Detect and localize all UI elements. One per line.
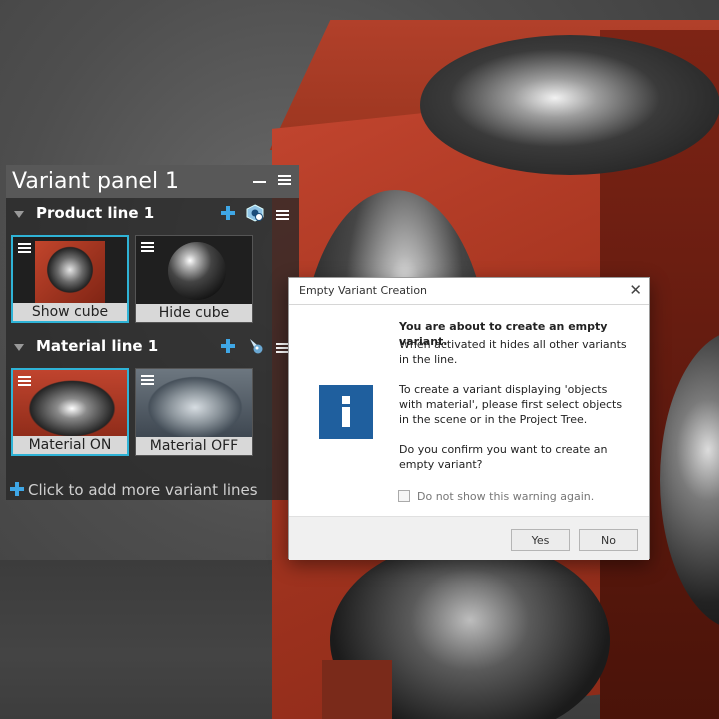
material-line-title: Material line 1 <box>36 337 159 355</box>
variant-thumb-hide-cube[interactable]: Hide cube <box>135 235 253 323</box>
empty-variant-dialog: Empty Variant Creation ✕ You are about t… <box>288 277 650 560</box>
variant-thumb-material-off[interactable]: Material OFF <box>135 368 253 456</box>
line-menu-icon[interactable] <box>276 210 289 220</box>
collapse-triangle-icon[interactable] <box>14 211 24 218</box>
material-line-header: Material line 1 <box>6 334 299 360</box>
minimize-icon[interactable] <box>253 181 266 183</box>
collapse-triangle-icon[interactable] <box>14 344 24 351</box>
dialog-footer: Yes No <box>289 516 649 560</box>
variant-menu-icon[interactable] <box>141 375 154 385</box>
dialog-paragraph-1: When activated it hides all other varian… <box>399 338 627 366</box>
plus-icon <box>10 482 24 496</box>
small-red-box <box>322 660 392 719</box>
variant-label: Material OFF <box>136 437 252 455</box>
dialog-paragraph-2: To create a variant displaying 'objects … <box>399 383 623 426</box>
dont-show-label: Do not show this warning again. <box>417 490 595 503</box>
variant-menu-icon[interactable] <box>18 243 31 253</box>
add-variant-lines-label: Click to add more variant lines <box>28 481 258 499</box>
variant-thumb-show-cube[interactable]: Show cube <box>11 235 129 323</box>
product-line-title: Product line 1 <box>36 204 155 222</box>
variant-panel-header: Variant panel 1 <box>6 165 299 198</box>
variant-panel: Variant panel 1 Product line 1 Show cube… <box>6 165 299 500</box>
add-variant-icon[interactable] <box>221 339 235 353</box>
chrome-sphere-top <box>420 35 719 175</box>
variant-panel-title: Variant panel 1 <box>12 169 180 194</box>
close-icon[interactable]: ✕ <box>629 281 642 299</box>
panel-menu-icon[interactable] <box>278 175 291 185</box>
material-variant-icon[interactable] <box>247 337 265 355</box>
sphere-preview <box>168 242 226 300</box>
variant-label: Hide cube <box>136 304 252 322</box>
product-line-header: Product line 1 <box>6 201 299 227</box>
info-icon <box>319 385 373 439</box>
variant-menu-icon[interactable] <box>141 242 154 252</box>
variant-menu-icon[interactable] <box>18 376 31 386</box>
add-variant-lines-link[interactable]: Click to add more variant lines <box>10 481 258 499</box>
object-variant-icon[interactable] <box>246 204 264 222</box>
dialog-title: Empty Variant Creation <box>299 284 428 297</box>
no-button[interactable]: No <box>579 529 638 551</box>
yes-button[interactable]: Yes <box>511 529 570 551</box>
dialog-paragraph-3: Do you confirm you want to create an emp… <box>399 443 608 471</box>
dont-show-checkbox[interactable] <box>398 490 410 502</box>
variant-label: Material ON <box>13 436 127 454</box>
add-variant-icon[interactable] <box>221 206 235 220</box>
dialog-titlebar: Empty Variant Creation ✕ <box>289 278 649 305</box>
variant-thumb-material-on[interactable]: Material ON <box>11 368 129 456</box>
red-cube-preview <box>35 241 105 305</box>
variant-label: Show cube <box>13 303 127 321</box>
